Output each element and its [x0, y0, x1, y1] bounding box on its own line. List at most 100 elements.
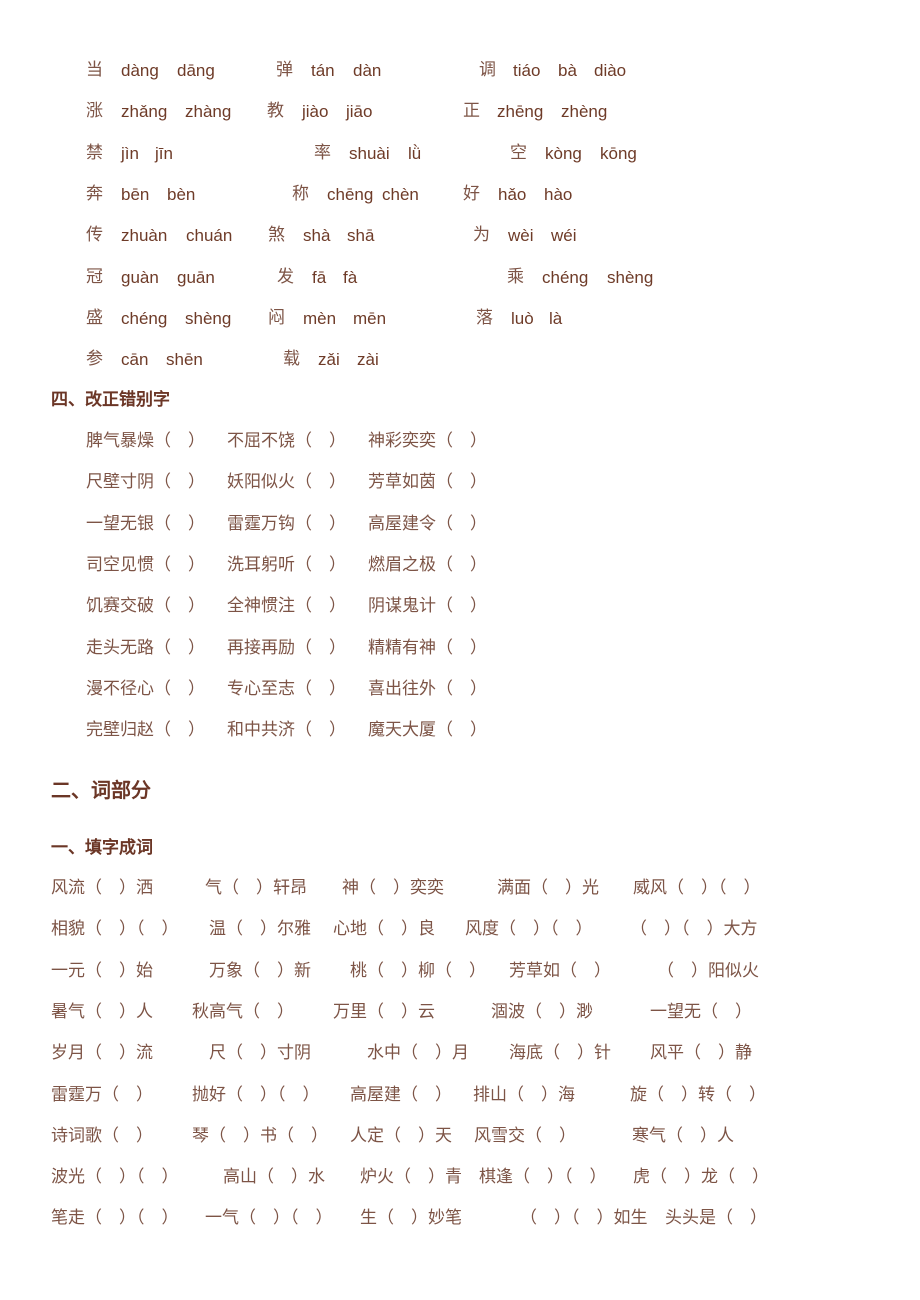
pinyin: chèn [382, 185, 419, 204]
polyphone-char: 载 [283, 349, 300, 369]
fill-blank-item: 虎（ ）龙（ ） [633, 1167, 769, 1187]
polyphone-char: 调 [479, 60, 496, 80]
fill-blank-item: （ ）（ ）如生 [520, 1208, 648, 1228]
pinyin: kōng [600, 144, 637, 163]
fill-blank-item: 威风（ ）（ ） [633, 878, 761, 898]
idiom-correction-item: 饥赛交破（ ） [86, 596, 205, 616]
pinyin: là [549, 309, 563, 328]
idiom-correction-item: 完壁归赵（ ） [86, 720, 205, 740]
fill-blank-item: 风度（ ）（ ） [465, 919, 593, 939]
fill-blank-item: 秋高气（ ） [192, 1002, 294, 1022]
idiom-correction-item: 脾气暴燥（ ） [86, 431, 205, 451]
polyphone-char: 称 [292, 184, 309, 204]
fill-blank-item: 暑气（ ）人 [51, 1002, 153, 1022]
idiom-correction-item: 阴谋鬼计（ ） [368, 596, 487, 616]
fill-blank-item: 一望无（ ） [650, 1002, 752, 1022]
fill-blank-item: 棋逢（ ）（ ） [479, 1167, 607, 1187]
polyphone-char: 为 [473, 225, 490, 245]
pinyin: zǎi [318, 350, 340, 369]
pinyin: bèn [167, 185, 196, 204]
pinyin: bēn [121, 185, 150, 204]
pinyin: fà [343, 268, 358, 287]
pinyin: zài [357, 350, 379, 369]
polyphone-char: 乘 [507, 267, 524, 287]
fill-blank-item: （ ）阳似火 [657, 961, 759, 981]
pinyin: shèng [607, 268, 654, 287]
idiom-correction-item: 和中共济（ ） [227, 720, 346, 740]
idiom-correction-item: 一望无银（ ） [86, 514, 205, 534]
fill-blank-item: 高山（ ）水 [223, 1167, 325, 1187]
idiom-correction-item: 专心至志（ ） [227, 679, 346, 699]
fill-blank-item: 头头是（ ） [665, 1208, 767, 1228]
fill-blank-item: 水中（ ）月 [367, 1043, 469, 1063]
pinyin: zhuàn [121, 226, 168, 245]
fill-blank-item: 雷霆万（ ） [51, 1085, 153, 1105]
pinyin: zhēng [497, 102, 544, 121]
polyphone-char: 空 [510, 143, 527, 163]
pinyin: jiào [302, 102, 329, 121]
pinyin: bà [558, 61, 577, 80]
fill-blank-item: 海底（ ）针 [509, 1043, 611, 1063]
pinyin: chuán [186, 226, 233, 245]
fill-blank-item: 风流（ ）洒 [51, 878, 153, 898]
fill-blank-item: 寒气（ ）人 [632, 1126, 734, 1146]
fill-blank-item: 一元（ ）始 [51, 961, 153, 981]
idiom-correction-item: 司空见惯（ ） [86, 555, 205, 575]
idiom-correction-item: 妖阳似火（ ） [227, 472, 346, 492]
polyphone-char: 传 [86, 225, 103, 245]
fill-blank-item: 诗词歌（ ） [51, 1126, 153, 1146]
pinyin: chēng [327, 185, 374, 204]
polyphone-char: 发 [277, 267, 294, 287]
pinyin: shèng [185, 309, 232, 328]
polyphone-char: 冠 [86, 267, 103, 287]
pinyin: zhàng [185, 102, 232, 121]
pinyin: jiāo [346, 102, 373, 121]
fill-blank-item: 排山（ ）海 [473, 1085, 575, 1105]
pinyin: lǜ [408, 144, 422, 163]
fill-blank-item: 高屋建（ ） [350, 1085, 452, 1105]
idiom-correction-item: 芳草如茵（ ） [368, 472, 487, 492]
polyphone-char: 教 [267, 101, 284, 121]
idiom-correction-item: 洗耳躬听（ ） [227, 555, 346, 575]
idiom-correction-item: 走头无路（ ） [86, 638, 205, 658]
section-heading-main: 二、词部分 [51, 778, 151, 802]
fill-blank-item: 人定（ ）天 [350, 1126, 452, 1146]
fill-blank-item: 万象（ ）新 [209, 961, 311, 981]
pinyin: mèn [303, 309, 337, 328]
polyphone-char: 落 [476, 308, 493, 328]
idiom-correction-item: 雷霆万钩（ ） [227, 514, 346, 534]
fill-blank-item: （ ）（ ）大方 [630, 919, 758, 939]
fill-blank-item: 万里（ ）云 [333, 1002, 435, 1022]
fill-blank-item: 温（ ）尔雅 [209, 919, 311, 939]
fill-blank-item: 岁月（ ）流 [51, 1043, 153, 1063]
polyphone-char: 正 [463, 101, 480, 121]
pinyin: hǎo [498, 185, 527, 204]
pinyin: chéng [542, 268, 589, 287]
idiom-correction-item: 高屋建令（ ） [368, 514, 487, 534]
pinyin: wèi [508, 226, 534, 245]
pinyin: dàng [121, 61, 159, 80]
fill-blank-item: 旋（ ）转（ ） [630, 1085, 766, 1105]
idiom-correction-item: 喜出往外（ ） [368, 679, 487, 699]
pinyin: zhǎng [121, 102, 168, 121]
pinyin: wéi [551, 226, 577, 245]
polyphone-char: 禁 [86, 143, 103, 163]
idiom-correction-item: 精精有神（ ） [368, 638, 487, 658]
pinyin: shuài [349, 144, 390, 163]
polyphone-char: 当 [86, 60, 103, 80]
polyphone-char: 弹 [276, 60, 293, 80]
idiom-correction-item: 漫不径心（ ） [86, 679, 205, 699]
pinyin: kòng [545, 144, 582, 163]
fill-blank-item: 神（ ）奕奕 [342, 878, 444, 898]
polyphone-char: 奔 [86, 184, 103, 204]
pinyin: chéng [121, 309, 168, 328]
fill-blank-item: 芳草如（ ） [509, 961, 611, 981]
pinyin: shēn [166, 350, 203, 369]
fill-blank-item: 风雪交（ ） [474, 1126, 576, 1146]
fill-blank-item: 满面（ ）光 [497, 878, 599, 898]
pinyin: tán [311, 61, 335, 80]
fill-blank-item: 抛好（ ）（ ） [192, 1085, 320, 1105]
idiom-correction-item: 神彩奕奕（ ） [368, 431, 487, 451]
fill-blank-item: 心地（ ）良 [333, 919, 435, 939]
fill-blank-item: 尺（ ）寸阴 [209, 1043, 311, 1063]
